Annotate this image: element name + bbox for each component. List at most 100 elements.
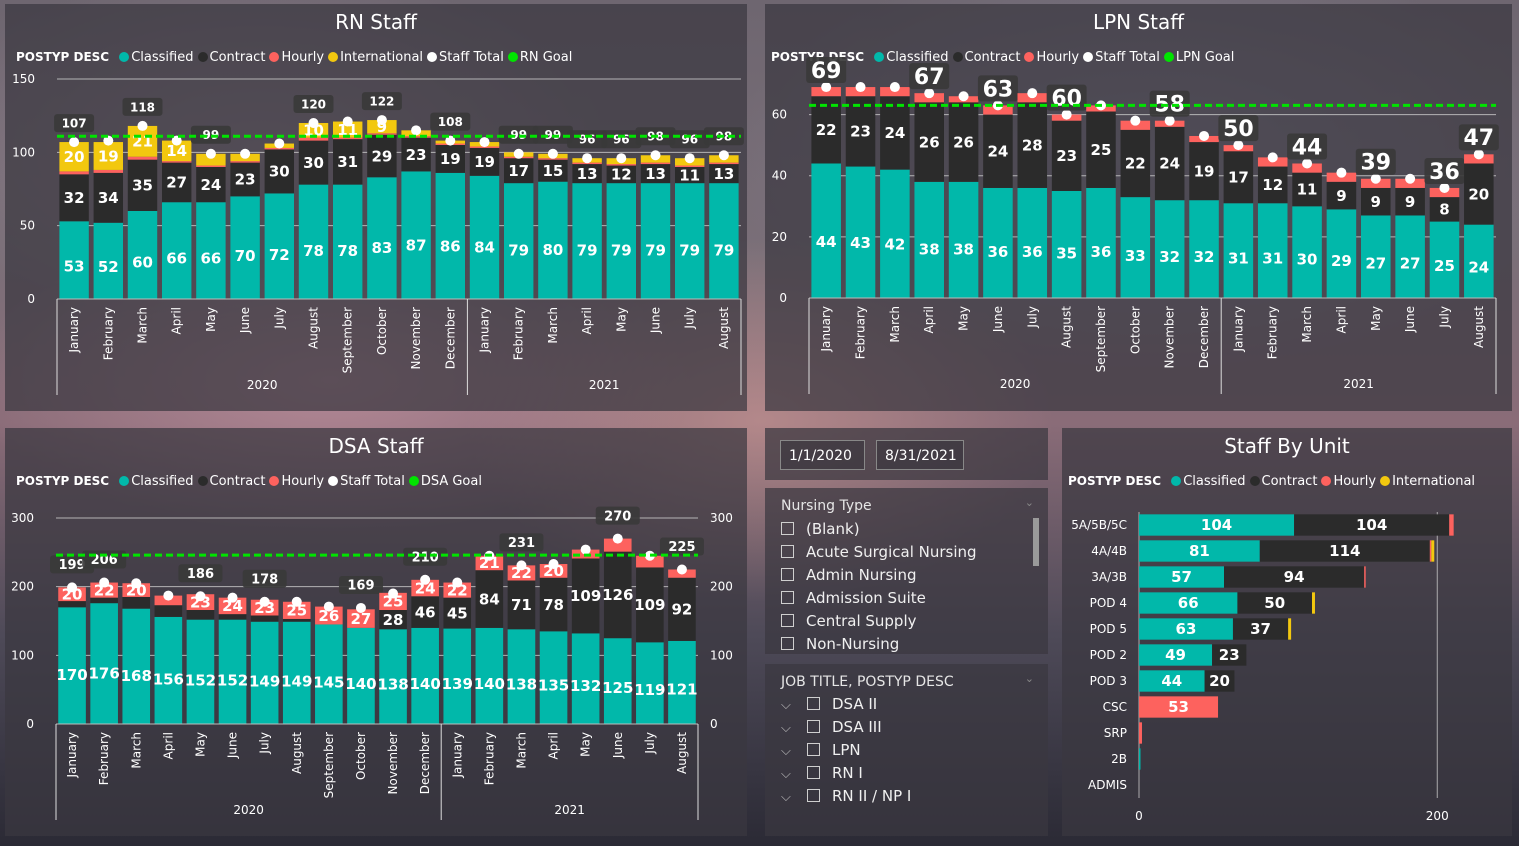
slicer-option-admission-suite[interactable]: Admission Suite	[781, 589, 926, 607]
end-date-input[interactable]: 8/31/2021	[876, 440, 964, 470]
expand-chevron-icon[interactable]: ⌵	[781, 721, 797, 736]
start-date-input[interactable]: 1/1/2020	[780, 440, 865, 470]
bar-stack: 32 19	[1189, 130, 1219, 298]
checkbox[interactable]	[781, 545, 794, 558]
y-tick-label: 300	[11, 511, 34, 525]
data-label: 84	[474, 239, 495, 257]
nursing-type-collapse-icon[interactable]: ⌄	[1025, 496, 1034, 509]
job-title-collapse-icon[interactable]: ⌄	[1025, 672, 1034, 685]
slicer-option-lpn[interactable]: ⌵ LPN	[781, 741, 861, 759]
unit-label: 5A/5B/5C	[1071, 518, 1127, 532]
bar-stack: 31 17 50	[1218, 115, 1259, 298]
slicer-option-dsa-ii[interactable]: ⌵ DSA II	[781, 695, 877, 713]
data-label: 36	[1022, 243, 1043, 261]
x-tick-label: January	[450, 732, 464, 779]
bar-stack: 27 9 39	[1355, 148, 1396, 298]
bar-segment-international	[1311, 592, 1315, 614]
x-tick-label: June	[611, 732, 625, 759]
staff-total-point	[376, 115, 387, 126]
data-label: 114	[1329, 542, 1360, 560]
y-tick-label: 0	[26, 717, 34, 731]
x-tick-label: May	[1369, 306, 1383, 331]
bar-stack: 16820	[121, 578, 152, 724]
slicer-option-blank[interactable]: (Blank)	[781, 520, 860, 538]
expand-chevron-icon[interactable]: ⌵	[781, 767, 797, 782]
x-tick-label: April	[580, 307, 594, 334]
bar-segment-hourly	[709, 162, 739, 165]
staff-total-label: 58	[1154, 93, 1185, 118]
bar-segment-classified	[401, 171, 431, 299]
bar-stack: 125 126 270	[595, 506, 640, 724]
staff-total-point	[67, 582, 78, 593]
data-label: 19	[474, 153, 495, 171]
slicer-option-rn-i[interactable]: ⌵ RN I	[781, 764, 863, 782]
data-label: 109	[634, 596, 665, 614]
slicer-option-rn-ii-np-i[interactable]: ⌵ RN II / NP I	[781, 787, 911, 805]
checkbox[interactable]	[807, 789, 820, 802]
y-tick-label: 60	[772, 108, 787, 122]
staff-total-label: 36	[1429, 160, 1460, 185]
bar-segment-international	[1431, 540, 1435, 562]
data-label: 78	[543, 596, 564, 614]
staff-total-label: 50	[1223, 117, 1254, 142]
staff-total-point	[342, 116, 353, 127]
staff-total-label: 67	[914, 65, 945, 90]
slicer-option-non-nursing[interactable]: Non-Nursing	[781, 635, 899, 653]
data-label: 12	[611, 166, 632, 184]
data-label: 23	[850, 123, 871, 141]
data-label: 170	[56, 666, 87, 684]
staff-total-point	[513, 148, 524, 159]
data-label: 8	[1439, 201, 1449, 219]
checkbox[interactable]	[781, 522, 794, 535]
bar-segment-hourly	[161, 161, 192, 163]
x-tick-label: November	[1163, 306, 1177, 368]
staff-total-point	[205, 148, 216, 159]
data-label: 94	[1284, 568, 1305, 586]
lpn-staff-chart: 0 20 40 60 44 22 69 January 43 23 February 42 24 Marc…	[772, 57, 1499, 394]
unit-label: 4A/4B	[1091, 544, 1127, 558]
checkbox[interactable]	[781, 568, 794, 581]
expand-chevron-icon[interactable]: ⌵	[781, 744, 797, 759]
staff-total-point	[1130, 115, 1141, 126]
slicer-option-admin-nursing[interactable]: Admin Nursing	[781, 566, 916, 584]
year-label: 2020	[233, 803, 264, 817]
checkbox[interactable]	[781, 637, 794, 650]
nursing-type-scrollbar[interactable]	[1033, 518, 1039, 566]
bar-stack: 38 26	[948, 91, 979, 298]
x-tick-label: January	[819, 306, 833, 353]
checkbox[interactable]	[807, 766, 820, 779]
data-label: 24	[987, 143, 1008, 161]
slicer-option-central-supply[interactable]: Central Supply	[781, 612, 917, 630]
data-label: 79	[679, 242, 700, 260]
data-label: 27	[1400, 255, 1421, 273]
slicer-option-label: LPN	[832, 741, 861, 759]
staff-total-point	[548, 559, 559, 570]
x-tick-label: January	[478, 307, 492, 354]
staff-total-point	[479, 137, 490, 148]
bar-stack: 14923178	[242, 569, 287, 724]
slicer-option-acute-surgical-nursing[interactable]: Acute Surgical Nursing	[781, 543, 977, 561]
year-label: 2021	[589, 378, 620, 392]
y-tick-label: 100	[11, 648, 34, 662]
data-label: 79	[645, 242, 666, 260]
staff-total-point	[69, 137, 80, 148]
bar-segment-classified	[880, 169, 910, 298]
staff-total-point	[516, 560, 527, 571]
bar-stack: 27 9	[1395, 173, 1425, 298]
checkbox[interactable]	[781, 614, 794, 627]
staff-total-point	[452, 577, 463, 588]
checkbox[interactable]	[807, 743, 820, 756]
slicer-option-dsa-iii[interactable]: ⌵ DSA III	[781, 718, 882, 736]
checkbox[interactable]	[781, 591, 794, 604]
checkbox[interactable]	[807, 697, 820, 710]
x-tick-label: July	[258, 732, 272, 755]
data-label: 20	[1468, 185, 1489, 203]
bar-stack: 156	[153, 590, 184, 724]
expand-chevron-icon[interactable]: ⌵	[781, 790, 797, 805]
y-tick-label-right: 300	[710, 511, 733, 525]
expand-chevron-icon[interactable]: ⌵	[781, 698, 797, 713]
checkbox[interactable]	[807, 720, 820, 733]
bar-segment-hourly	[1449, 514, 1454, 536]
staff-total-point	[1336, 167, 1347, 178]
x-tick-label: March	[129, 732, 143, 769]
